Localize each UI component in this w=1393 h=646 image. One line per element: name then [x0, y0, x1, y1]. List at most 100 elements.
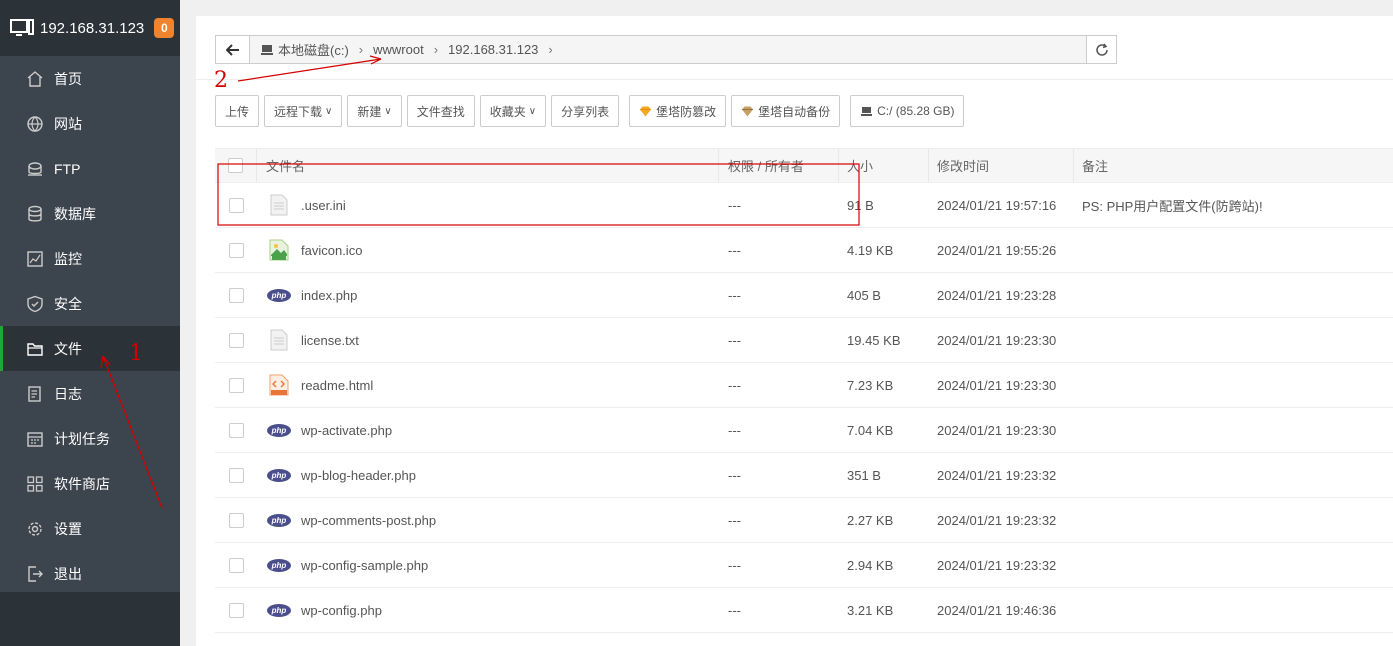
- file-name-cell[interactable]: readme.html: [257, 374, 719, 396]
- file-size: 91 B: [847, 197, 874, 213]
- table-row[interactable]: php index.php --- 405 B 2024/01/21 19:23:28: [215, 273, 1393, 318]
- file-perm[interactable]: ---: [719, 513, 839, 528]
- sidebar-item-label: 软件商店: [54, 475, 110, 492]
- sidebar-item-label: 首页: [54, 70, 82, 87]
- annotation-number-1: 1: [129, 341, 143, 366]
- row-checkbox[interactable]: [228, 332, 244, 348]
- home-icon: [26, 70, 44, 88]
- sidebar-item-0[interactable]: 首页: [0, 56, 180, 101]
- file-name[interactable]: favicon.ico: [301, 243, 362, 258]
- file-name-cell[interactable]: license.txt: [257, 329, 719, 351]
- favorites-button[interactable]: 收藏夹 ∨: [479, 95, 547, 127]
- breadcrumb-site[interactable]: 192.168.31.123: [448, 42, 538, 57]
- sidebar-item-label: FTP: [54, 160, 81, 177]
- sidebar-item-1[interactable]: 网站: [0, 101, 180, 146]
- row-checkbox[interactable]: [228, 242, 244, 258]
- row-checkbox[interactable]: [228, 467, 244, 483]
- file-name[interactable]: wp-activate.php: [301, 423, 392, 438]
- table-row[interactable]: readme.html --- 7.23 KB 2024/01/21 19:23:30: [215, 363, 1393, 408]
- file-name[interactable]: wp-blog-header.php: [301, 468, 416, 483]
- file-perm[interactable]: ---: [719, 603, 839, 618]
- file-mtime: 2024/01/21 19:57:16: [937, 197, 1057, 213]
- back-button[interactable]: [216, 36, 250, 63]
- header-mtime[interactable]: 修改时间: [929, 149, 1074, 182]
- file-name-cell[interactable]: php index.php: [257, 285, 719, 305]
- sidebar-item-7[interactable]: 日志: [0, 371, 180, 416]
- file-name[interactable]: .user.ini: [301, 198, 346, 213]
- diamond-icon: [742, 106, 754, 116]
- file-name-cell[interactable]: .user.ini: [257, 194, 719, 216]
- sidebar-item-2[interactable]: FTP: [0, 146, 180, 191]
- file-size: 7.04 KB: [847, 422, 894, 438]
- file-name-cell[interactable]: php wp-config.php: [257, 600, 719, 620]
- tamper-proof-button[interactable]: 堡塔防篡改: [629, 95, 727, 127]
- table-row[interactable]: php wp-config-sample.php --- 2.94 KB 2024/01…: [215, 543, 1393, 588]
- header-name[interactable]: 文件名: [257, 149, 719, 182]
- file-name[interactable]: readme.html: [301, 378, 373, 393]
- folder-icon: [26, 340, 44, 358]
- refresh-button[interactable]: [1086, 36, 1116, 63]
- file-name[interactable]: license.txt: [301, 333, 359, 348]
- annotation-number-2: 2: [214, 68, 228, 93]
- file-name-cell[interactable]: php wp-config-sample.php: [257, 555, 719, 575]
- php-file-icon: php: [266, 420, 292, 440]
- file-perm[interactable]: ---: [719, 423, 839, 438]
- file-name-cell[interactable]: php wp-comments-post.php: [257, 510, 719, 530]
- table-row[interactable]: favicon.ico --- 4.19 KB 2024/01/21 19:55:26: [215, 228, 1393, 273]
- table-row[interactable]: license.txt --- 19.45 KB 2024/01/21 19:23:3…: [215, 318, 1393, 363]
- sidebar-item-11[interactable]: 退出: [0, 551, 180, 596]
- breadcrumb-disk[interactable]: 本地磁盘(c:): [278, 40, 349, 59]
- row-checkbox-cell: [215, 602, 257, 618]
- row-checkbox[interactable]: [228, 557, 244, 573]
- row-checkbox[interactable]: [228, 377, 244, 393]
- file-search-button[interactable]: 文件查找: [406, 95, 475, 127]
- row-checkbox[interactable]: [228, 602, 244, 618]
- file-name-cell[interactable]: php wp-blog-header.php: [257, 465, 719, 485]
- breadcrumb-wwwroot[interactable]: wwwroot: [373, 42, 424, 57]
- notification-badge[interactable]: 0: [154, 18, 175, 38]
- file-name-cell[interactable]: favicon.ico: [257, 239, 719, 261]
- file-name-cell[interactable]: php wp-activate.php: [257, 420, 719, 440]
- row-checkbox[interactable]: [228, 512, 244, 528]
- select-all-checkbox[interactable]: [228, 158, 243, 173]
- row-checkbox[interactable]: [228, 287, 244, 303]
- sidebar-item-3[interactable]: 数据库: [0, 191, 180, 236]
- file-name[interactable]: index.php: [301, 288, 357, 303]
- file-mtime: 2024/01/21 19:23:30: [937, 377, 1057, 393]
- table-row[interactable]: php wp-config.php --- 3.21 KB 2024/01/21 19:…: [215, 588, 1393, 633]
- sidebar-item-5[interactable]: 安全: [0, 281, 180, 326]
- disk-button[interactable]: C:/ (85.28 GB): [850, 95, 965, 127]
- share-list-button[interactable]: 分享列表: [551, 95, 620, 127]
- sidebar-item-4[interactable]: 监控: [0, 236, 180, 281]
- sidebar-item-10[interactable]: 设置: [0, 506, 180, 551]
- row-checkbox-cell: [215, 197, 257, 213]
- file-perm[interactable]: ---: [719, 243, 839, 258]
- file-perm[interactable]: ---: [719, 468, 839, 483]
- file-name[interactable]: wp-config.php: [301, 603, 382, 618]
- file-name[interactable]: wp-config-sample.php: [301, 558, 428, 573]
- auto-backup-button[interactable]: 堡塔自动备份: [731, 95, 841, 127]
- table-row[interactable]: php wp-activate.php --- 7.04 KB 2024/01/21 1…: [215, 408, 1393, 453]
- sidebar-item-8[interactable]: 计划任务: [0, 416, 180, 461]
- file-perm[interactable]: ---: [719, 198, 839, 213]
- sidebar-item-9[interactable]: 软件商店: [0, 461, 180, 506]
- table-row[interactable]: .user.ini --- 91 B 2024/01/21 19:57:16 PS: P…: [215, 183, 1393, 228]
- file-perm[interactable]: ---: [719, 558, 839, 573]
- header-perm[interactable]: 权限 / 所有者: [719, 149, 839, 182]
- remote-download-button[interactable]: 远程下载 ∨: [264, 95, 343, 127]
- sidebar-item-6[interactable]: 文件: [0, 326, 180, 371]
- new-button[interactable]: 新建 ∨: [347, 95, 402, 127]
- header-size[interactable]: 大小: [839, 149, 929, 182]
- upload-button[interactable]: 上传: [215, 95, 260, 127]
- file-perm[interactable]: ---: [719, 333, 839, 348]
- ftp-icon: [26, 160, 44, 178]
- file-perm[interactable]: ---: [719, 378, 839, 393]
- table-row[interactable]: php wp-comments-post.php --- 2.27 KB 2024/01…: [215, 498, 1393, 543]
- disk-icon: [261, 44, 273, 55]
- file-perm[interactable]: ---: [719, 288, 839, 303]
- row-checkbox[interactable]: [228, 197, 244, 213]
- table-row[interactable]: php wp-blog-header.php --- 351 B 2024/01/21 …: [215, 453, 1393, 498]
- file-size: 3.21 KB: [847, 602, 894, 618]
- file-name[interactable]: wp-comments-post.php: [301, 513, 436, 528]
- row-checkbox[interactable]: [228, 422, 244, 438]
